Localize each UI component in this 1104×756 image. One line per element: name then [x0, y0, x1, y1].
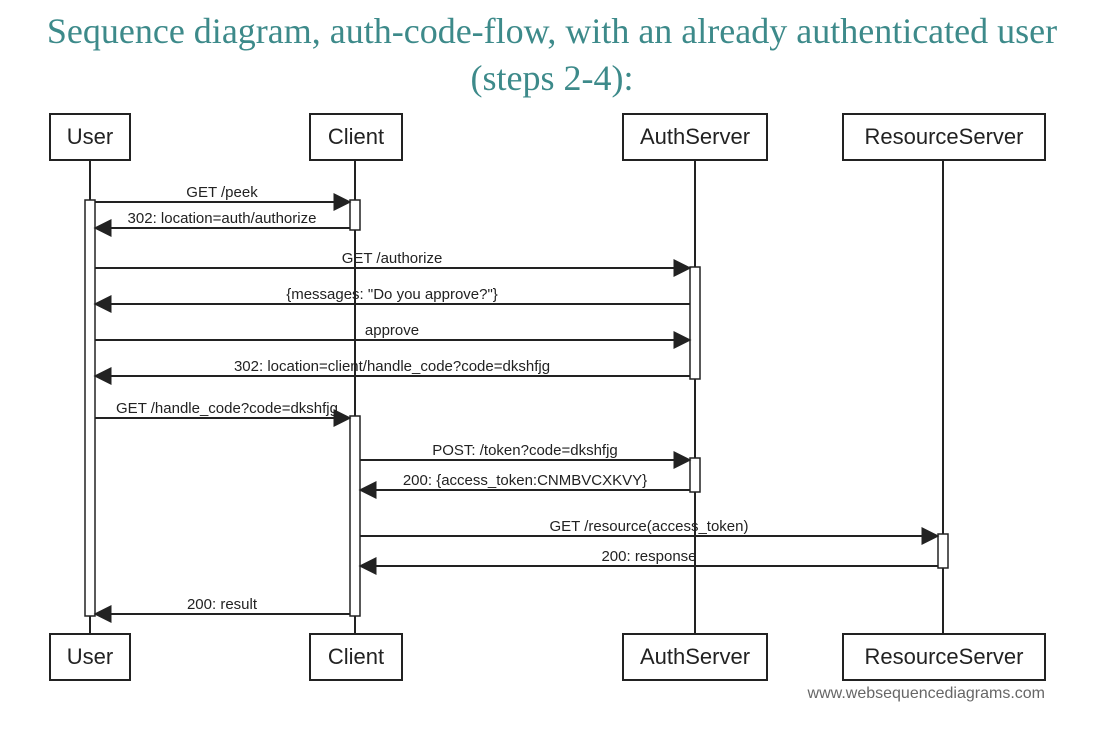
activation-authserver-1: [690, 267, 700, 379]
diagram-title: Sequence diagram, auth-code-flow, with a…: [40, 8, 1064, 102]
activation-resourceserver: [938, 534, 948, 568]
actor-client-top: Client: [310, 114, 402, 160]
svg-text:AuthServer: AuthServer: [640, 643, 750, 668]
msg-get-resource-label: GET /resource(access_token): [550, 518, 749, 535]
msg-200-accesstoken-label: 200: {access_token:CNMBVCXKVY}: [403, 472, 647, 489]
actor-authserver-bottom: AuthServer: [623, 634, 767, 680]
msg-302-auth-label: 302: location=auth/authorize: [128, 210, 317, 227]
actor-client-bottom: Client: [310, 634, 402, 680]
msg-get-handlecode-label: GET /handle_code?code=dkshfjg: [116, 400, 338, 417]
svg-text:Client: Client: [328, 123, 384, 148]
actor-user-bottom: User: [50, 634, 130, 680]
attribution-text: www.websequencediagrams.com: [807, 685, 1045, 702]
msg-200-response-label: 200: response: [601, 548, 696, 565]
activation-user: [85, 200, 95, 616]
svg-text:User: User: [67, 643, 113, 668]
actor-resourceserver-top: ResourceServer: [843, 114, 1045, 160]
msg-302-handlecode-label: 302: location=client/handle_code?code=dk…: [234, 358, 550, 375]
msg-approve-label: approve: [365, 322, 419, 339]
msg-200-result-label: 200: result: [187, 596, 258, 613]
actor-authserver-top: AuthServer: [623, 114, 767, 160]
msg-get-peek-label: GET /peek: [186, 184, 258, 201]
activation-authserver-2: [690, 458, 700, 492]
msg-post-token-label: POST: /token?code=dkshfjg: [432, 442, 618, 459]
msg-approve-prompt-label: {messages: "Do you approve?"}: [286, 286, 498, 303]
actor-user-top: User: [50, 114, 130, 160]
sequence-diagram: User Client AuthServer ResourceServer GE…: [35, 112, 1069, 702]
svg-text:AuthServer: AuthServer: [640, 123, 750, 148]
svg-text:ResourceServer: ResourceServer: [865, 643, 1024, 668]
svg-text:Client: Client: [328, 643, 384, 668]
actor-resourceserver-bottom: ResourceServer: [843, 634, 1045, 680]
svg-text:User: User: [67, 123, 113, 148]
activation-client-1: [350, 200, 360, 230]
activation-client-2: [350, 416, 360, 616]
msg-get-authorize-label: GET /authorize: [342, 250, 443, 267]
svg-text:ResourceServer: ResourceServer: [865, 123, 1024, 148]
